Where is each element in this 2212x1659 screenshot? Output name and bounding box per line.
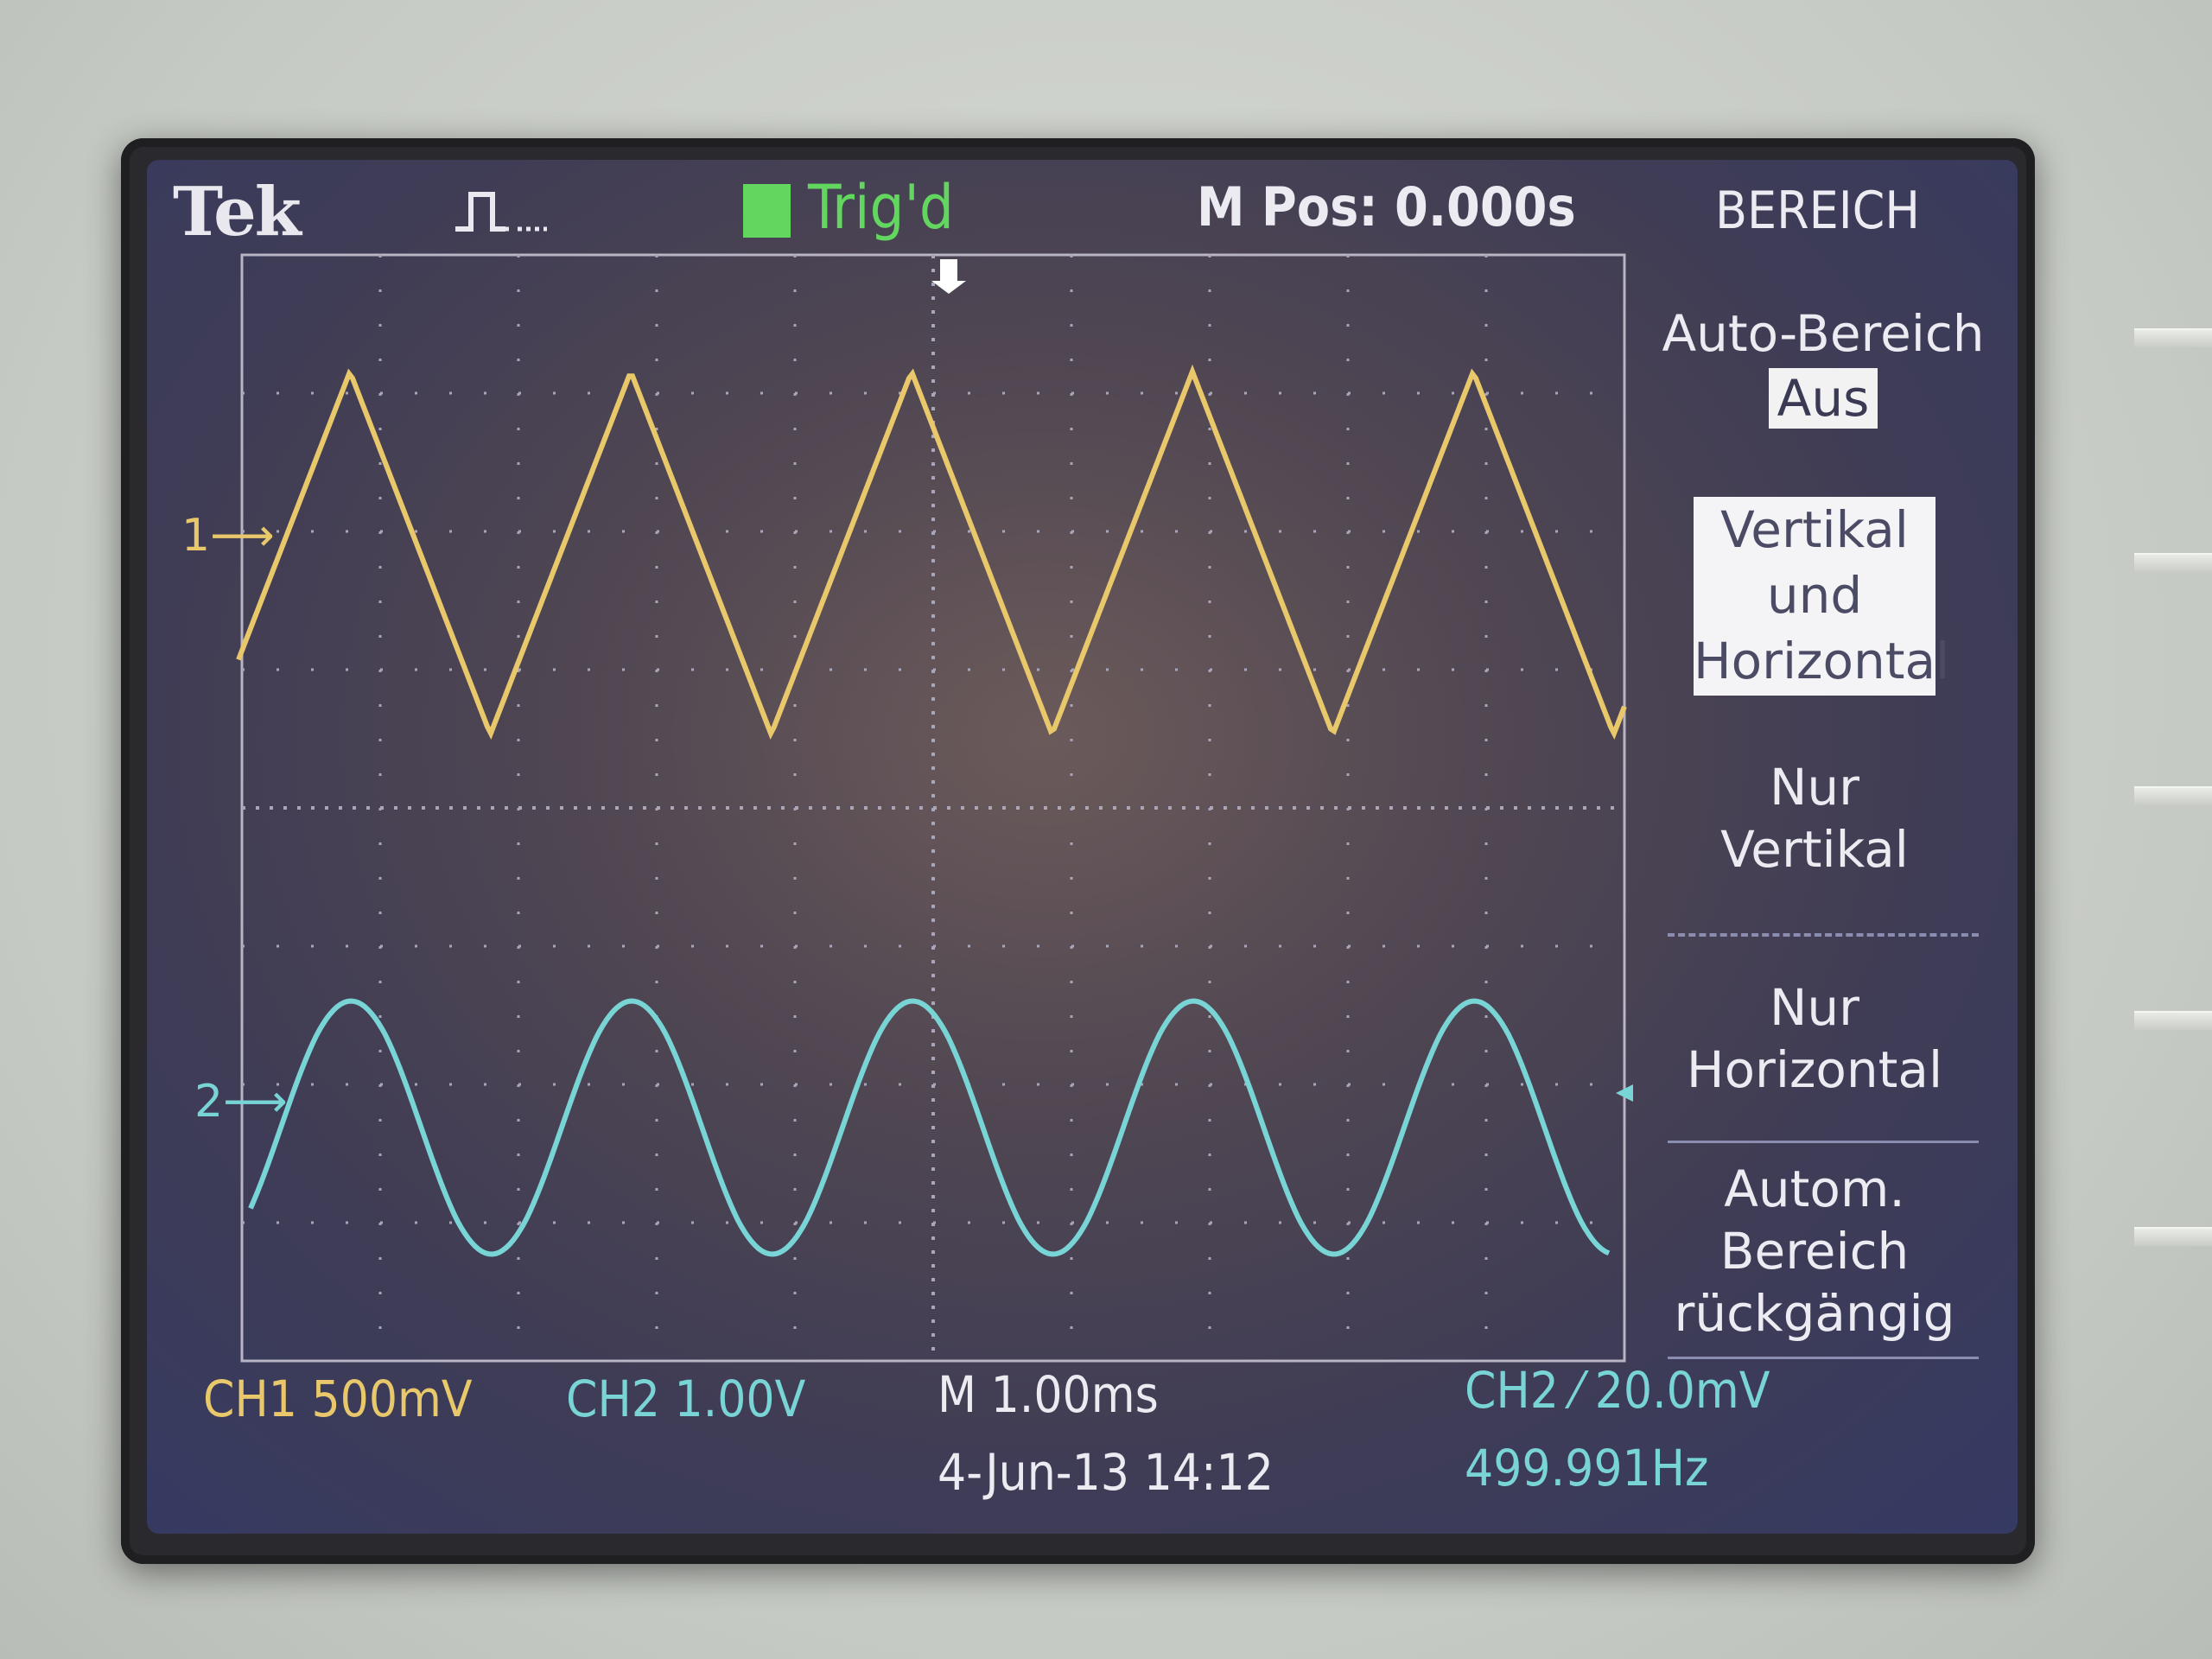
menu-item-undo-autorange[interactable]: Autom. Bereich rückgängig (1650, 1158, 1979, 1344)
menu-line: Horizontal (1686, 1040, 1943, 1099)
timebase-readout: M 1.00ms (938, 1365, 1159, 1424)
oscilloscope-screen: Tek Trig'd M Pos: 0.000s BEREICH 1⟶ 2⟶ A… (147, 160, 2018, 1534)
menu-divider (1668, 1357, 1979, 1359)
ch2-scale-readout: CH2 1.00V (566, 1370, 806, 1428)
trigger-readout: CH2 ⁄ 20.0mV (1465, 1361, 1770, 1420)
side-button-1[interactable] (2134, 328, 2212, 347)
side-button-5[interactable] (2134, 1227, 2212, 1246)
menu-line: Vertikal (1720, 820, 1909, 879)
menu-item-horizontal-only[interactable]: Nur Horizontal (1668, 976, 1961, 1101)
ch1-waveform (236, 364, 1627, 740)
trigger-position-arrow-icon (931, 259, 966, 294)
menu-line: und (1766, 566, 1863, 625)
side-button-3[interactable] (2134, 786, 2212, 805)
datetime-readout: 4-Jun-13 14:12 (938, 1443, 1274, 1502)
menu-line: Nur (1770, 758, 1859, 817)
menu-item-auto-range[interactable]: Auto-Bereich Aus (1650, 302, 1996, 429)
menu-divider (1668, 1141, 1979, 1143)
menu-line: Vertikal (1720, 500, 1909, 559)
menu-line: Bereich (1719, 1222, 1910, 1281)
ch1-scale-readout: CH1 500mV (203, 1370, 473, 1428)
ch1-ground-marker: 1⟶ (181, 510, 275, 562)
menu-line: Autom. (1724, 1160, 1905, 1218)
menu-item-vertical-only[interactable]: Nur Vertikal (1685, 756, 1944, 880)
auto-range-value: Aus (1768, 368, 1878, 429)
menu-line: Horizontal (1694, 632, 1950, 690)
frequency-readout: 499.991Hz (1465, 1439, 1709, 1497)
menu-item-vertical-horizontal[interactable]: Vertikal und Horizontal (1694, 497, 1950, 696)
side-button-2[interactable] (2134, 553, 2212, 572)
ch2-waveform (248, 998, 1611, 1257)
side-button-4[interactable] (2134, 1011, 2212, 1030)
menu-line: Nur (1770, 978, 1859, 1037)
menu-line: rückgängig (1674, 1284, 1955, 1343)
menu-divider (1668, 933, 1979, 937)
ch2-ground-marker: 2⟶ (194, 1076, 288, 1128)
auto-range-label: Auto-Bereich (1662, 304, 1985, 363)
